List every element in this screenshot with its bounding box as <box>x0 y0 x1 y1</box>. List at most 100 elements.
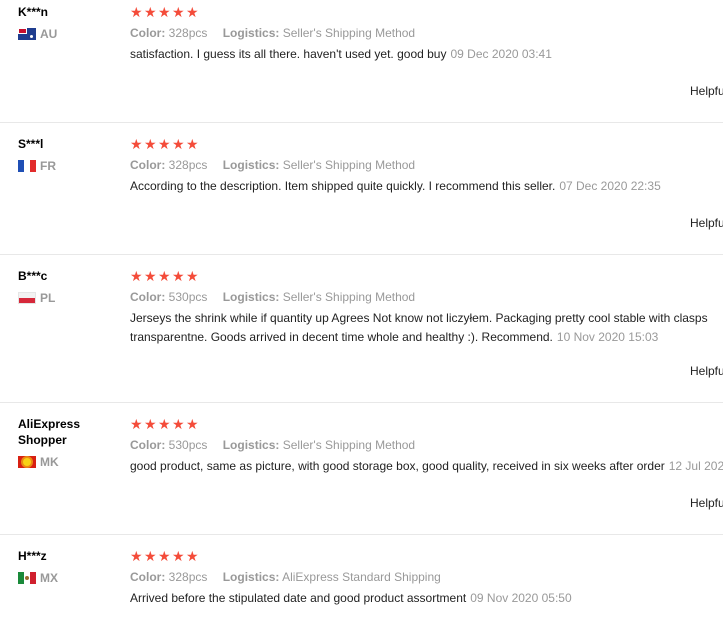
star-rating: ★ ★ ★ ★ ★ <box>130 548 199 564</box>
review-item: B***c PL ★ ★ ★ ★ ★ Color: 530pcs Logisti… <box>0 254 723 403</box>
star-rating: ★ ★ ★ ★ ★ <box>130 268 199 284</box>
star-icon: ★ <box>158 268 171 284</box>
order-attributes: Color: 328pcs Logistics: Seller's Shippi… <box>130 26 415 40</box>
review-body: satisfaction. I guess its all there. hav… <box>130 47 447 61</box>
star-icon: ★ <box>144 548 157 564</box>
star-icon: ★ <box>130 4 143 20</box>
review-body: Arrived before the stipulated date and g… <box>130 591 467 605</box>
order-attributes: Color: 530pcs Logistics: Seller's Shippi… <box>130 438 415 452</box>
review-text: good product, same as picture, with good… <box>130 457 723 476</box>
mexico-flag-icon <box>18 572 36 584</box>
color-label: Color: <box>130 438 166 452</box>
star-icon: ★ <box>130 136 143 152</box>
star-icon: ★ <box>144 268 157 284</box>
star-icon: ★ <box>186 416 199 432</box>
country-code: MK <box>40 455 59 469</box>
order-attributes: Color: 530pcs Logistics: Seller's Shippi… <box>130 290 415 304</box>
logistics-label: Logistics: <box>222 438 280 452</box>
color-label: Color: <box>130 570 166 584</box>
reviewer-name: S***l <box>18 137 44 151</box>
review-body-line-2-row: transparentne. Goods arrived in decent t… <box>130 328 720 347</box>
color-label: Color: <box>130 158 166 172</box>
reviewer-name: AliExpress Shopper <box>18 417 81 447</box>
country-code: FR <box>40 159 56 173</box>
color-value: 530pcs <box>168 290 208 304</box>
review-item: K***n AU ★ ★ ★ ★ ★ Color: 328pcs Logisti… <box>0 0 723 123</box>
order-attributes: Color: 328pcs Logistics: Seller's Shippi… <box>130 158 415 172</box>
country-code: AU <box>40 27 58 41</box>
color-value: 328pcs <box>168 570 208 584</box>
reviewer-country: MK <box>18 455 59 469</box>
order-attributes: Color: 328pcs Logistics: AliExpress Stan… <box>130 570 441 584</box>
logistics-value: Seller's Shipping Method <box>282 290 416 304</box>
country-code: MX <box>40 571 58 585</box>
reviewer-name: B***c <box>18 269 48 283</box>
star-rating: ★ ★ ★ ★ ★ <box>130 416 199 432</box>
reviewer-name: H***z <box>18 549 47 563</box>
reviewer-country: AU <box>18 27 58 41</box>
review-text: Jerseys the shrink while if quantity up … <box>130 309 720 347</box>
review-item: H***z MX ★ ★ ★ ★ ★ Color: 328pcs Logisti… <box>0 534 723 619</box>
country-code: PL <box>40 291 56 305</box>
logistics-label: Logistics: <box>222 570 280 584</box>
review-body-line-1: Jerseys the shrink while if quantity up … <box>130 311 708 325</box>
star-icon: ★ <box>186 268 199 284</box>
star-icon: ★ <box>172 416 185 432</box>
helpful-button[interactable]: Helpful <box>690 496 723 510</box>
review-date: 09 Dec 2020 03:41 <box>450 47 552 61</box>
star-icon: ★ <box>186 4 199 20</box>
logistics-label: Logistics: <box>222 158 280 172</box>
logistics-value: AliExpress Standard Shipping <box>282 570 441 584</box>
review-body-line-2: transparentne. Goods arrived in decent t… <box>130 330 553 344</box>
color-value: 328pcs <box>168 26 208 40</box>
france-flag-icon <box>18 160 36 172</box>
star-icon: ★ <box>158 548 171 564</box>
color-value: 530pcs <box>168 438 208 452</box>
logistics-value: Seller's Shipping Method <box>282 26 416 40</box>
logistics-label: Logistics: <box>222 26 280 40</box>
north-macedonia-flag-icon <box>18 456 36 468</box>
helpful-button[interactable]: Helpful <box>690 84 723 98</box>
reviewer-country: MX <box>18 571 58 585</box>
helpful-button[interactable]: Helpful <box>690 216 723 230</box>
star-icon: ★ <box>144 416 157 432</box>
review-date: 10 Nov 2020 15:03 <box>556 330 659 344</box>
poland-flag-icon <box>18 292 36 304</box>
review-date: 07 Dec 2020 22:35 <box>559 179 661 193</box>
reviewer-country: FR <box>18 159 56 173</box>
reviewer-country: PL <box>18 291 56 305</box>
star-icon: ★ <box>158 4 171 20</box>
review-text: Arrived before the stipulated date and g… <box>130 589 572 608</box>
review-text: According to the description. Item shipp… <box>130 177 661 196</box>
color-value: 328pcs <box>168 158 208 172</box>
color-label: Color: <box>130 290 166 304</box>
logistics-value: Seller's Shipping Method <box>282 158 416 172</box>
review-text: satisfaction. I guess its all there. hav… <box>130 45 552 64</box>
star-icon: ★ <box>172 548 185 564</box>
star-icon: ★ <box>158 416 171 432</box>
star-icon: ★ <box>130 268 143 284</box>
review-item: AliExpress Shopper MK ★ ★ ★ ★ ★ Color: 5… <box>0 402 723 535</box>
review-item: S***l FR ★ ★ ★ ★ ★ Color: 328pcs Logisti… <box>0 122 723 255</box>
color-label: Color: <box>130 26 166 40</box>
review-body: good product, same as picture, with good… <box>130 459 665 473</box>
star-icon: ★ <box>144 4 157 20</box>
star-rating: ★ ★ ★ ★ ★ <box>130 4 199 20</box>
review-body: According to the description. Item shipp… <box>130 179 556 193</box>
star-rating: ★ ★ ★ ★ ★ <box>130 136 199 152</box>
reviewer-name: K***n <box>18 5 49 19</box>
review-date: 12 Jul 2020 <box>668 459 723 473</box>
logistics-value: Seller's Shipping Method <box>282 438 416 452</box>
star-icon: ★ <box>172 4 185 20</box>
star-icon: ★ <box>130 416 143 432</box>
star-icon: ★ <box>172 136 185 152</box>
australia-flag-icon <box>18 28 36 40</box>
star-icon: ★ <box>186 548 199 564</box>
review-date: 09 Nov 2020 05:50 <box>470 591 572 605</box>
star-icon: ★ <box>172 268 185 284</box>
logistics-label: Logistics: <box>222 290 280 304</box>
star-icon: ★ <box>186 136 199 152</box>
star-icon: ★ <box>158 136 171 152</box>
helpful-button[interactable]: Helpful <box>690 364 723 378</box>
star-icon: ★ <box>144 136 157 152</box>
